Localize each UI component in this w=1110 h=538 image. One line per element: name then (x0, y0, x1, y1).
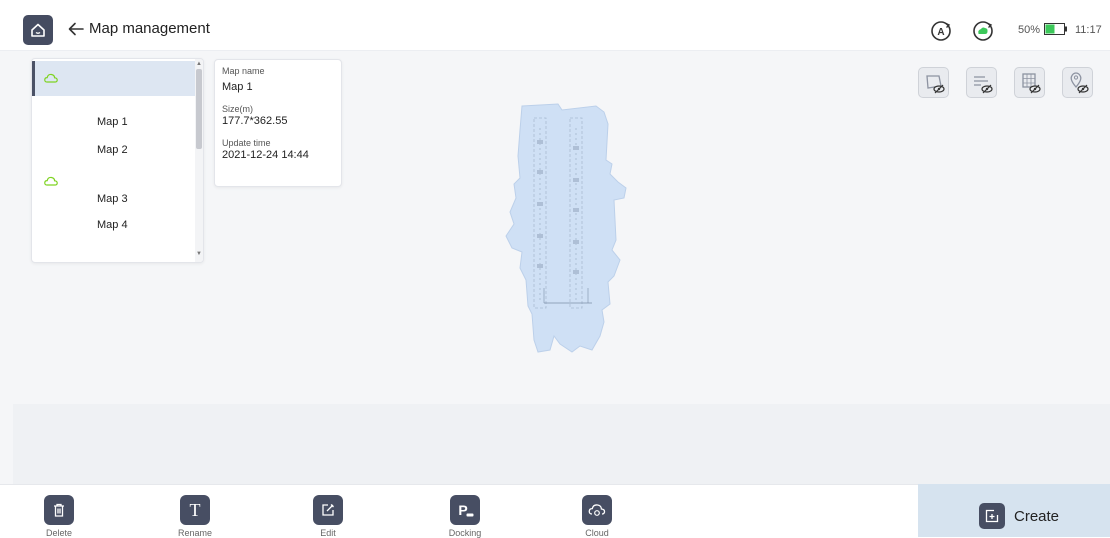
update-time-value: 2021-12-24 14:44 (222, 149, 309, 161)
back-arrow-icon[interactable] (66, 19, 86, 39)
text-t-icon: T (189, 499, 201, 520)
path-layer-toggle[interactable] (966, 67, 997, 98)
auto-mode-icon[interactable]: A (930, 20, 952, 42)
area-layer-hidden-icon (926, 75, 945, 94)
map-info-card: Map name Map 1 Size(m) 177.7*362.55 Upda… (214, 59, 342, 187)
grid-layer-toggle[interactable] (1014, 67, 1045, 98)
cloud-button[interactable]: Cloud (567, 495, 627, 538)
map-list-item-4[interactable]: Map 4 (97, 219, 128, 231)
svg-text:A: A (937, 27, 944, 38)
map-size-value: 177.7*362.55 (222, 115, 288, 127)
cloud-icon (44, 176, 58, 186)
sync-icon[interactable] (972, 20, 994, 42)
lower-panel (13, 404, 1110, 484)
map-size-label: Size(m) (222, 104, 253, 114)
cloud-sync-icon (588, 504, 606, 516)
map-preview[interactable] (500, 100, 630, 355)
map-list-item-2[interactable]: Map 2 (97, 144, 128, 156)
battery-fill (1045, 24, 1055, 34)
list-scrollbar-thumb[interactable] (196, 69, 202, 149)
edit-icon (322, 504, 334, 516)
home-icon (31, 23, 45, 37)
point-layer-hidden-icon (1070, 72, 1089, 94)
battery-percent: 50% (1018, 24, 1041, 36)
home-button[interactable] (23, 15, 53, 45)
battery-icon (1044, 23, 1067, 35)
cloud-icon (44, 73, 58, 83)
grid-layer-hidden-icon (1022, 73, 1041, 94)
path-layer-hidden-icon (974, 76, 993, 94)
update-time-label: Update time (222, 138, 271, 148)
map-name-value: Map 1 (222, 81, 253, 93)
map-list-item-3[interactable]: Map 3 (97, 193, 128, 205)
delete-button[interactable]: Delete (29, 495, 89, 538)
car-icon (466, 513, 474, 517)
map-name-label: Map name (222, 66, 265, 76)
rename-button[interactable]: T Rename (165, 495, 225, 538)
clock: 11:17 (1075, 24, 1102, 36)
header-bar: Map management A 50% 11:17 (0, 0, 1110, 51)
trash-icon (54, 503, 64, 517)
create-label: Create (1014, 508, 1060, 525)
map-list-item-1[interactable]: Map 1 (97, 116, 128, 128)
area-layer-toggle[interactable] (918, 67, 949, 98)
scroll-down-icon[interactable]: ▼ (196, 251, 202, 257)
map-list-panel: Map 1 Map 2 Map 3 Map 4 ▲ ▼ (31, 58, 204, 263)
create-map-icon (985, 509, 999, 523)
docking-button[interactable]: P Docking (435, 495, 495, 538)
scroll-up-icon[interactable]: ▲ (196, 61, 202, 67)
create-button[interactable]: Create (918, 484, 1110, 537)
edit-button[interactable]: Edit (298, 495, 358, 538)
point-layer-toggle[interactable] (1062, 67, 1093, 98)
page-title: Map management (89, 20, 210, 37)
